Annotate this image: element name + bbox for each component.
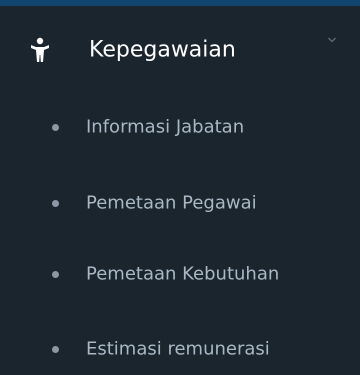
menu-item-label: Pemetaan Pegawai xyxy=(86,192,257,214)
menu-header-label: Kepegawaian xyxy=(89,37,236,63)
bullet-icon xyxy=(52,346,59,353)
menu-header-kepegawaian[interactable]: Kepegawaian xyxy=(0,16,360,80)
menu-item-pemetaan-pegawai[interactable]: Pemetaan Pegawai xyxy=(0,178,360,228)
menu-item-label: Informasi Jabatan xyxy=(86,116,245,138)
bullet-icon xyxy=(52,124,59,131)
person-icon xyxy=(31,37,49,62)
menu-item-label: Pemetaan Kebutuhan xyxy=(86,263,280,285)
menu-item-estimasi-remunerasi[interactable]: Estimasi remunerasi xyxy=(0,324,360,374)
menu-item-pemetaan-kebutuhan[interactable]: Pemetaan Kebutuhan xyxy=(0,249,360,299)
sidebar-menu: Kepegawaian Informasi Jabatan Pemetaan P… xyxy=(0,0,360,375)
menu-item-label: Estimasi remunerasi xyxy=(86,338,270,360)
top-accent-bar xyxy=(0,0,360,6)
bullet-icon xyxy=(52,271,59,278)
chevron-down-icon[interactable] xyxy=(327,36,337,44)
menu-item-informasi-jabatan[interactable]: Informasi Jabatan xyxy=(0,102,360,152)
bullet-icon xyxy=(52,200,59,207)
